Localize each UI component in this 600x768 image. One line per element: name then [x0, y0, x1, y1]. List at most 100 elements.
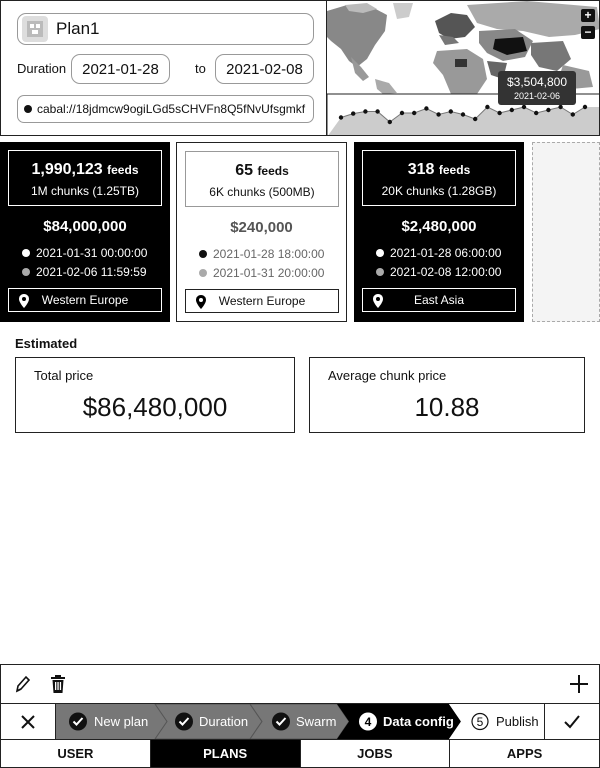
world-map[interactable]: [327, 1, 600, 136]
sparkline-point[interactable]: [497, 110, 502, 116]
end-time: 2021-02-06 11:59:59: [22, 265, 147, 279]
region-button[interactable]: Western Europe: [185, 289, 339, 313]
address-field[interactable]: cabal://18jdmcw9ogiLGd5sCHVFn8Q5fNvUfsgm…: [17, 95, 314, 123]
map-tooltip: $3,504,800 2021-02-06: [498, 71, 576, 105]
sparkline-point[interactable]: [375, 109, 380, 114]
end-dot-icon: [22, 268, 30, 276]
start-time-text: 2021-01-31 00:00:00: [36, 246, 148, 260]
sparkline-point[interactable]: [473, 116, 478, 122]
start-time-text: 2021-01-28 06:00:00: [390, 246, 502, 260]
wizard-step-duration[interactable]: Duration: [154, 704, 263, 739]
feed-card[interactable]: 65 feeds 6K chunks (500MB) $240,000 2021…: [176, 142, 347, 322]
sparkline-point[interactable]: [509, 107, 514, 113]
sparkline-point[interactable]: [399, 110, 405, 116]
sparkline-point[interactable]: [363, 109, 368, 114]
map-pin-icon: [373, 294, 383, 308]
trash-icon[interactable]: [50, 675, 66, 693]
start-time: 2021-01-28 18:00:00: [199, 247, 324, 261]
total-price-value: $86,480,000: [82, 392, 228, 422]
plan-wizard: New plan Duration Swarm 4 Data config 5: [0, 703, 600, 740]
region-button[interactable]: Western Europe: [8, 288, 162, 312]
sparkline-point[interactable]: [338, 115, 344, 120]
sparkline-point[interactable]: [412, 110, 417, 116]
wizard-step-swarm[interactable]: Swarm: [249, 704, 350, 739]
average-chunk-price-box: Average chunk price 10.88: [309, 357, 585, 433]
sparkline-point[interactable]: [460, 112, 466, 117]
sparkline-point[interactable]: [351, 111, 356, 116]
sparkline-point[interactable]: [521, 104, 527, 110]
wizard-step-data-config[interactable]: 4 Data config: [337, 704, 461, 739]
start-time: 2021-01-28 06:00:00: [376, 246, 501, 260]
bottom-tab-bar: USER PLANS JOBS APPS: [0, 739, 600, 768]
end-dot-icon: [376, 268, 384, 276]
sparkline-point[interactable]: [534, 110, 539, 116]
feeds-count: 65: [235, 162, 253, 179]
action-toolbar: [0, 664, 600, 704]
close-button[interactable]: [1, 704, 56, 739]
address-status-dot: [24, 105, 32, 113]
address-text: cabal://18jdmcw9ogiLGd5sCHVFn8Q5fNvUfsgm…: [37, 102, 306, 116]
plan-avatar-icon: [22, 16, 48, 42]
map-pin-icon: [196, 295, 206, 309]
region-button[interactable]: East Asia: [362, 288, 516, 312]
sparkline-point[interactable]: [448, 109, 453, 114]
plus-icon[interactable]: [569, 674, 589, 694]
sparkline-point[interactable]: [558, 104, 563, 110]
start-time-text: 2021-01-28 18:00:00: [213, 247, 325, 261]
pencil-icon[interactable]: [15, 675, 31, 693]
zoom-out-button[interactable]: −: [581, 26, 595, 39]
card-price: $240,000: [230, 219, 293, 236]
sparkline-point[interactable]: [387, 119, 392, 125]
world-map-panel[interactable]: + − $3,504,800 2021-02-06: [327, 0, 600, 136]
end-time-text: 2021-01-31 20:00:00: [213, 266, 325, 280]
feeds-count: 1,990,123: [31, 161, 103, 178]
confirm-button[interactable]: [544, 704, 599, 739]
wizard-step-label: Swarm: [296, 714, 336, 729]
wizard-step-publish[interactable]: 5 Publish: [449, 704, 546, 739]
feed-card[interactable]: 318 feeds 20K chunks (1.28GB) $2,480,000…: [354, 142, 524, 322]
tab-jobs[interactable]: JOBS: [300, 739, 451, 768]
end-time-text: 2021-02-06 11:59:59: [36, 265, 147, 279]
average-chunk-price-label: Average chunk price: [328, 368, 447, 383]
end-dot-icon: [199, 269, 207, 277]
tab-apps[interactable]: APPS: [450, 739, 600, 768]
end-date-field[interactable]: 2021-02-08: [215, 54, 314, 84]
sparkline-point[interactable]: [424, 106, 429, 111]
chunks-info: 6K chunks (500MB): [209, 185, 315, 199]
sparkline-point[interactable]: [570, 112, 575, 117]
start-date-field[interactable]: 2021-01-28: [71, 54, 170, 84]
sparkline-point[interactable]: [582, 104, 588, 110]
feeds-summary: 318 feeds 20K chunks (1.28GB): [362, 150, 516, 206]
tab-plans[interactable]: PLANS: [150, 739, 301, 768]
plan-name-field[interactable]: Plan1: [17, 13, 314, 45]
estimated-title: Estimated: [15, 336, 78, 351]
wizard-step-number: 4: [365, 715, 372, 729]
feed-card[interactable]: 1,990,123 feeds 1M chunks (1.25TB) $84,0…: [0, 142, 170, 322]
plan-name: Plan1: [56, 19, 100, 38]
feeds-count: 318: [407, 161, 435, 178]
wizard-step-label: Data config: [383, 714, 454, 729]
card-price: $2,480,000: [401, 218, 477, 235]
card-price: $84,000,000: [43, 218, 127, 235]
region-label: Western Europe: [41, 293, 129, 307]
feeds-unit: feeds: [257, 164, 289, 178]
start-dot-icon: [376, 249, 384, 257]
wizard-step-number: 5: [477, 715, 484, 729]
sparkline-point[interactable]: [485, 104, 490, 110]
plan-header: Plan1 Duration 2021-01-28 to 2021-02-08 …: [0, 0, 600, 136]
check-icon: [564, 714, 580, 728]
zoom-in-button[interactable]: +: [581, 9, 595, 22]
to-label: to: [195, 61, 206, 76]
add-feed-card-placeholder[interactable]: [532, 142, 600, 322]
wizard-step-new-plan[interactable]: New plan: [56, 704, 167, 739]
feeds-summary: 1,990,123 feeds 1M chunks (1.25TB): [8, 150, 162, 206]
feeds-unit: feeds: [107, 163, 139, 177]
close-icon: [21, 714, 35, 729]
tooltip-date: 2021-02-06: [513, 91, 561, 101]
sparkline-point[interactable]: [546, 107, 551, 113]
total-price-box: Total price $86,480,000: [15, 357, 295, 433]
sparkline-point[interactable]: [436, 112, 441, 117]
tab-user[interactable]: USER: [0, 739, 151, 768]
feeds-summary: 65 feeds 6K chunks (500MB): [185, 151, 339, 207]
plan-details-panel: Plan1 Duration 2021-01-28 to 2021-02-08 …: [0, 0, 327, 136]
